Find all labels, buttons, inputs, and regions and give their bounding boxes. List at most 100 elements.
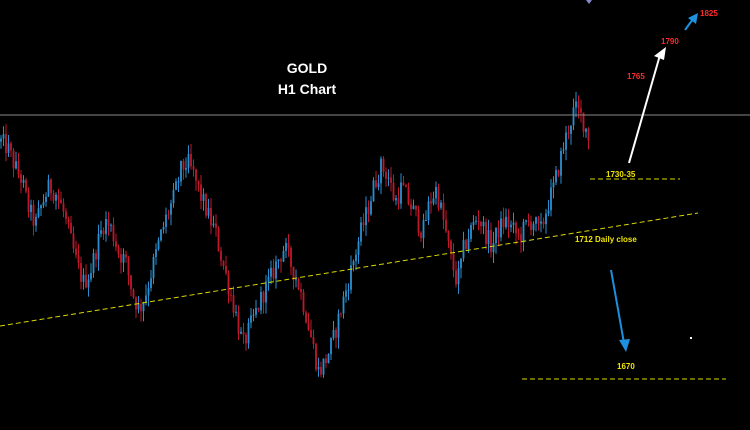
label-1790: 1790 <box>661 37 679 46</box>
candle-body <box>332 329 335 339</box>
candle-body <box>412 205 415 210</box>
candle-body <box>435 187 437 199</box>
candle-body <box>337 313 340 338</box>
candle-body <box>52 193 55 201</box>
candle-body <box>25 179 27 192</box>
candle-body <box>345 290 347 297</box>
candle-body <box>382 158 385 172</box>
candle-body <box>510 224 512 228</box>
candle-body <box>322 358 325 375</box>
candle-body <box>417 209 420 233</box>
candle-body <box>30 204 32 213</box>
candle-body <box>170 203 172 215</box>
candle-body <box>517 233 520 235</box>
dot-marker <box>690 337 692 339</box>
candle-body <box>305 312 307 323</box>
candle-body <box>232 295 235 313</box>
candle-body <box>430 201 432 204</box>
candle-body <box>515 222 517 234</box>
candle-body <box>60 199 62 204</box>
candle-body <box>420 232 422 239</box>
candle-body <box>315 344 317 370</box>
candle-body <box>285 242 287 251</box>
candle-body <box>205 194 207 216</box>
candle-body <box>352 261 355 266</box>
candle-body <box>397 198 400 204</box>
candle-body <box>362 222 365 226</box>
candle-body <box>110 224 112 226</box>
candle-body <box>312 337 315 345</box>
candle-body <box>130 275 132 290</box>
candle-body <box>260 291 262 311</box>
candle-body <box>472 221 475 226</box>
candle-body <box>522 221 525 243</box>
candle-body <box>70 222 72 234</box>
candle-body <box>227 273 230 295</box>
candle-body <box>230 294 232 296</box>
candle-body <box>267 276 270 282</box>
candle-body <box>210 207 212 226</box>
candle-body <box>90 273 92 280</box>
candle-body <box>477 220 480 223</box>
candle-body <box>165 214 167 227</box>
candle-body <box>307 322 310 330</box>
candle-body <box>122 254 125 263</box>
candle-body <box>302 292 305 313</box>
arrow-up-white <box>628 47 666 164</box>
candle-body <box>410 204 412 210</box>
candle-body <box>240 331 242 334</box>
label-1712-daily-close: 1712 Daily close <box>575 235 637 244</box>
candle-body <box>132 289 135 298</box>
candle-body <box>342 296 345 314</box>
candle-body <box>15 161 17 169</box>
candle-body <box>217 228 220 251</box>
candle-body <box>512 222 515 225</box>
candle-body <box>45 196 47 202</box>
candle-body <box>250 315 252 323</box>
candle-body <box>155 249 157 257</box>
candle-body <box>225 266 227 274</box>
candle-body <box>490 230 492 253</box>
candle-body <box>587 128 590 141</box>
candle-body <box>475 220 477 222</box>
candle-body <box>220 250 222 261</box>
candle-body <box>380 158 382 184</box>
candle-body <box>572 107 575 126</box>
candle-body <box>330 338 332 355</box>
candle-body <box>50 179 52 194</box>
candle-body <box>327 354 330 363</box>
candle-body <box>347 289 350 291</box>
candle-body <box>255 308 257 315</box>
candle-body <box>390 177 392 183</box>
candle-body <box>325 358 327 363</box>
candle-body <box>107 219 110 226</box>
candle-body <box>180 160 182 182</box>
candle-body <box>252 314 255 316</box>
candle-body <box>530 221 532 230</box>
candle-body <box>157 240 160 250</box>
candle-body <box>360 222 362 242</box>
candle-body <box>195 169 197 181</box>
candle-body <box>432 198 435 204</box>
candle-body <box>570 125 572 134</box>
candle-body <box>310 329 312 338</box>
candle-body <box>482 221 485 227</box>
candle-body <box>120 254 122 263</box>
candle-body <box>422 220 425 239</box>
candle-body <box>357 241 360 255</box>
candle-body <box>387 177 390 179</box>
candle-body <box>452 253 455 271</box>
candle-body <box>265 281 267 303</box>
candle-body <box>500 218 502 238</box>
candle-body <box>202 194 205 201</box>
candle-body <box>152 257 155 279</box>
candle-body <box>497 227 500 238</box>
candle-body <box>40 205 42 209</box>
candle-body <box>445 219 447 232</box>
candle-body <box>467 238 470 249</box>
candle-body <box>102 230 105 235</box>
candle-body <box>502 218 505 228</box>
candle-body <box>507 216 510 228</box>
candle-body <box>87 279 90 288</box>
candle-body <box>552 182 555 188</box>
